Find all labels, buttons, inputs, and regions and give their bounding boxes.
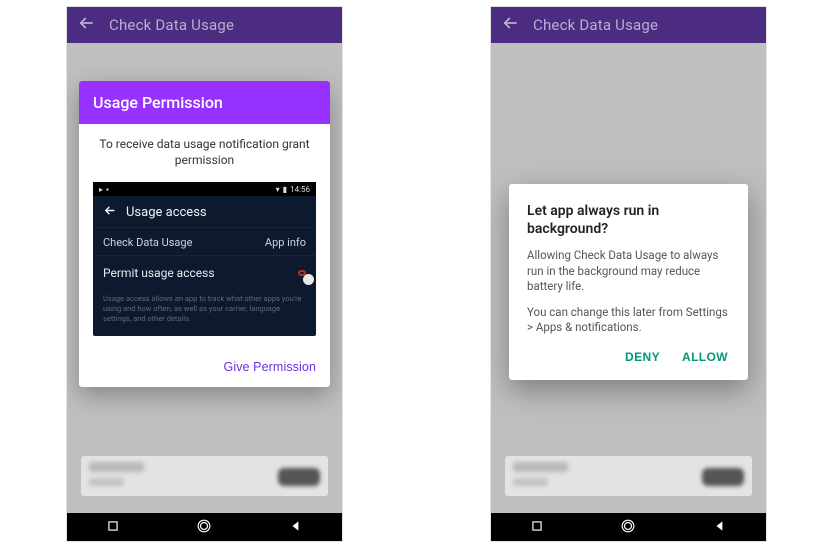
mock-toggle-highlight [298, 270, 306, 276]
navbar [67, 513, 342, 541]
wifi-icon: ▾ [276, 185, 280, 194]
dialog-actions: DENY ALLOW [527, 346, 730, 370]
dialog-description: To receive data usage notification grant… [79, 124, 330, 182]
nav-back-icon[interactable] [289, 518, 303, 537]
dialog-actions: Give Permission [79, 344, 330, 387]
mock-back-icon [103, 204, 116, 221]
nav-home-icon[interactable] [621, 518, 635, 537]
appbar: Check Data Usage [67, 7, 342, 43]
mock-permit-label: Permit usage access [103, 266, 215, 280]
phone-left: Check Data Usage Usage Permission To rec… [66, 6, 343, 542]
dialog-body-1: Allowing Check Data Usage to always run … [527, 248, 730, 295]
mock-screen-title: Usage access [126, 205, 207, 220]
dialog-body-2: You can change this later from Settings … [527, 305, 730, 336]
mock-time: 14:56 [290, 185, 310, 194]
navbar [491, 513, 766, 541]
mock-app-name: Check Data Usage [103, 236, 192, 249]
mock-hint-text: Usage access allows an app to track what… [93, 288, 316, 325]
mock-statusbar: ▸ ▪ ▾ ▮ 14:56 [93, 182, 316, 196]
give-permission-button[interactable]: Give Permission [224, 360, 317, 374]
dialog-header: Usage Permission [79, 81, 330, 124]
settings-mock-screenshot: ▸ ▪ ▾ ▮ 14:56 Usage access Check Data Us… [93, 182, 316, 335]
appbar: Check Data Usage [491, 7, 766, 43]
notif-icon: ▸ [99, 185, 103, 194]
nav-home-icon[interactable] [197, 518, 211, 537]
battery-icon: ▮ [283, 185, 287, 194]
background-run-dialog: Let app always run in background? Allowi… [509, 184, 748, 380]
appbar-title: Check Data Usage [109, 16, 234, 34]
back-icon[interactable] [77, 14, 95, 36]
mock-app-info-label: App info [265, 236, 306, 249]
nav-recent-icon[interactable] [530, 518, 544, 537]
deny-button[interactable]: DENY [625, 350, 660, 364]
allow-button[interactable]: ALLOW [682, 350, 728, 364]
content-row-blurred [505, 456, 752, 496]
nav-back-icon[interactable] [713, 518, 727, 537]
usage-permission-dialog: Usage Permission To receive data usage n… [79, 81, 330, 387]
appbar-title: Check Data Usage [533, 16, 658, 34]
nav-recent-icon[interactable] [106, 518, 120, 537]
notif-icon: ▪ [106, 185, 109, 194]
content-row-blurred [81, 456, 328, 496]
phone-right: Check Data Usage Let app always run in b… [490, 6, 767, 542]
dialog-title: Let app always run in background? [527, 202, 730, 238]
back-icon[interactable] [501, 14, 519, 36]
